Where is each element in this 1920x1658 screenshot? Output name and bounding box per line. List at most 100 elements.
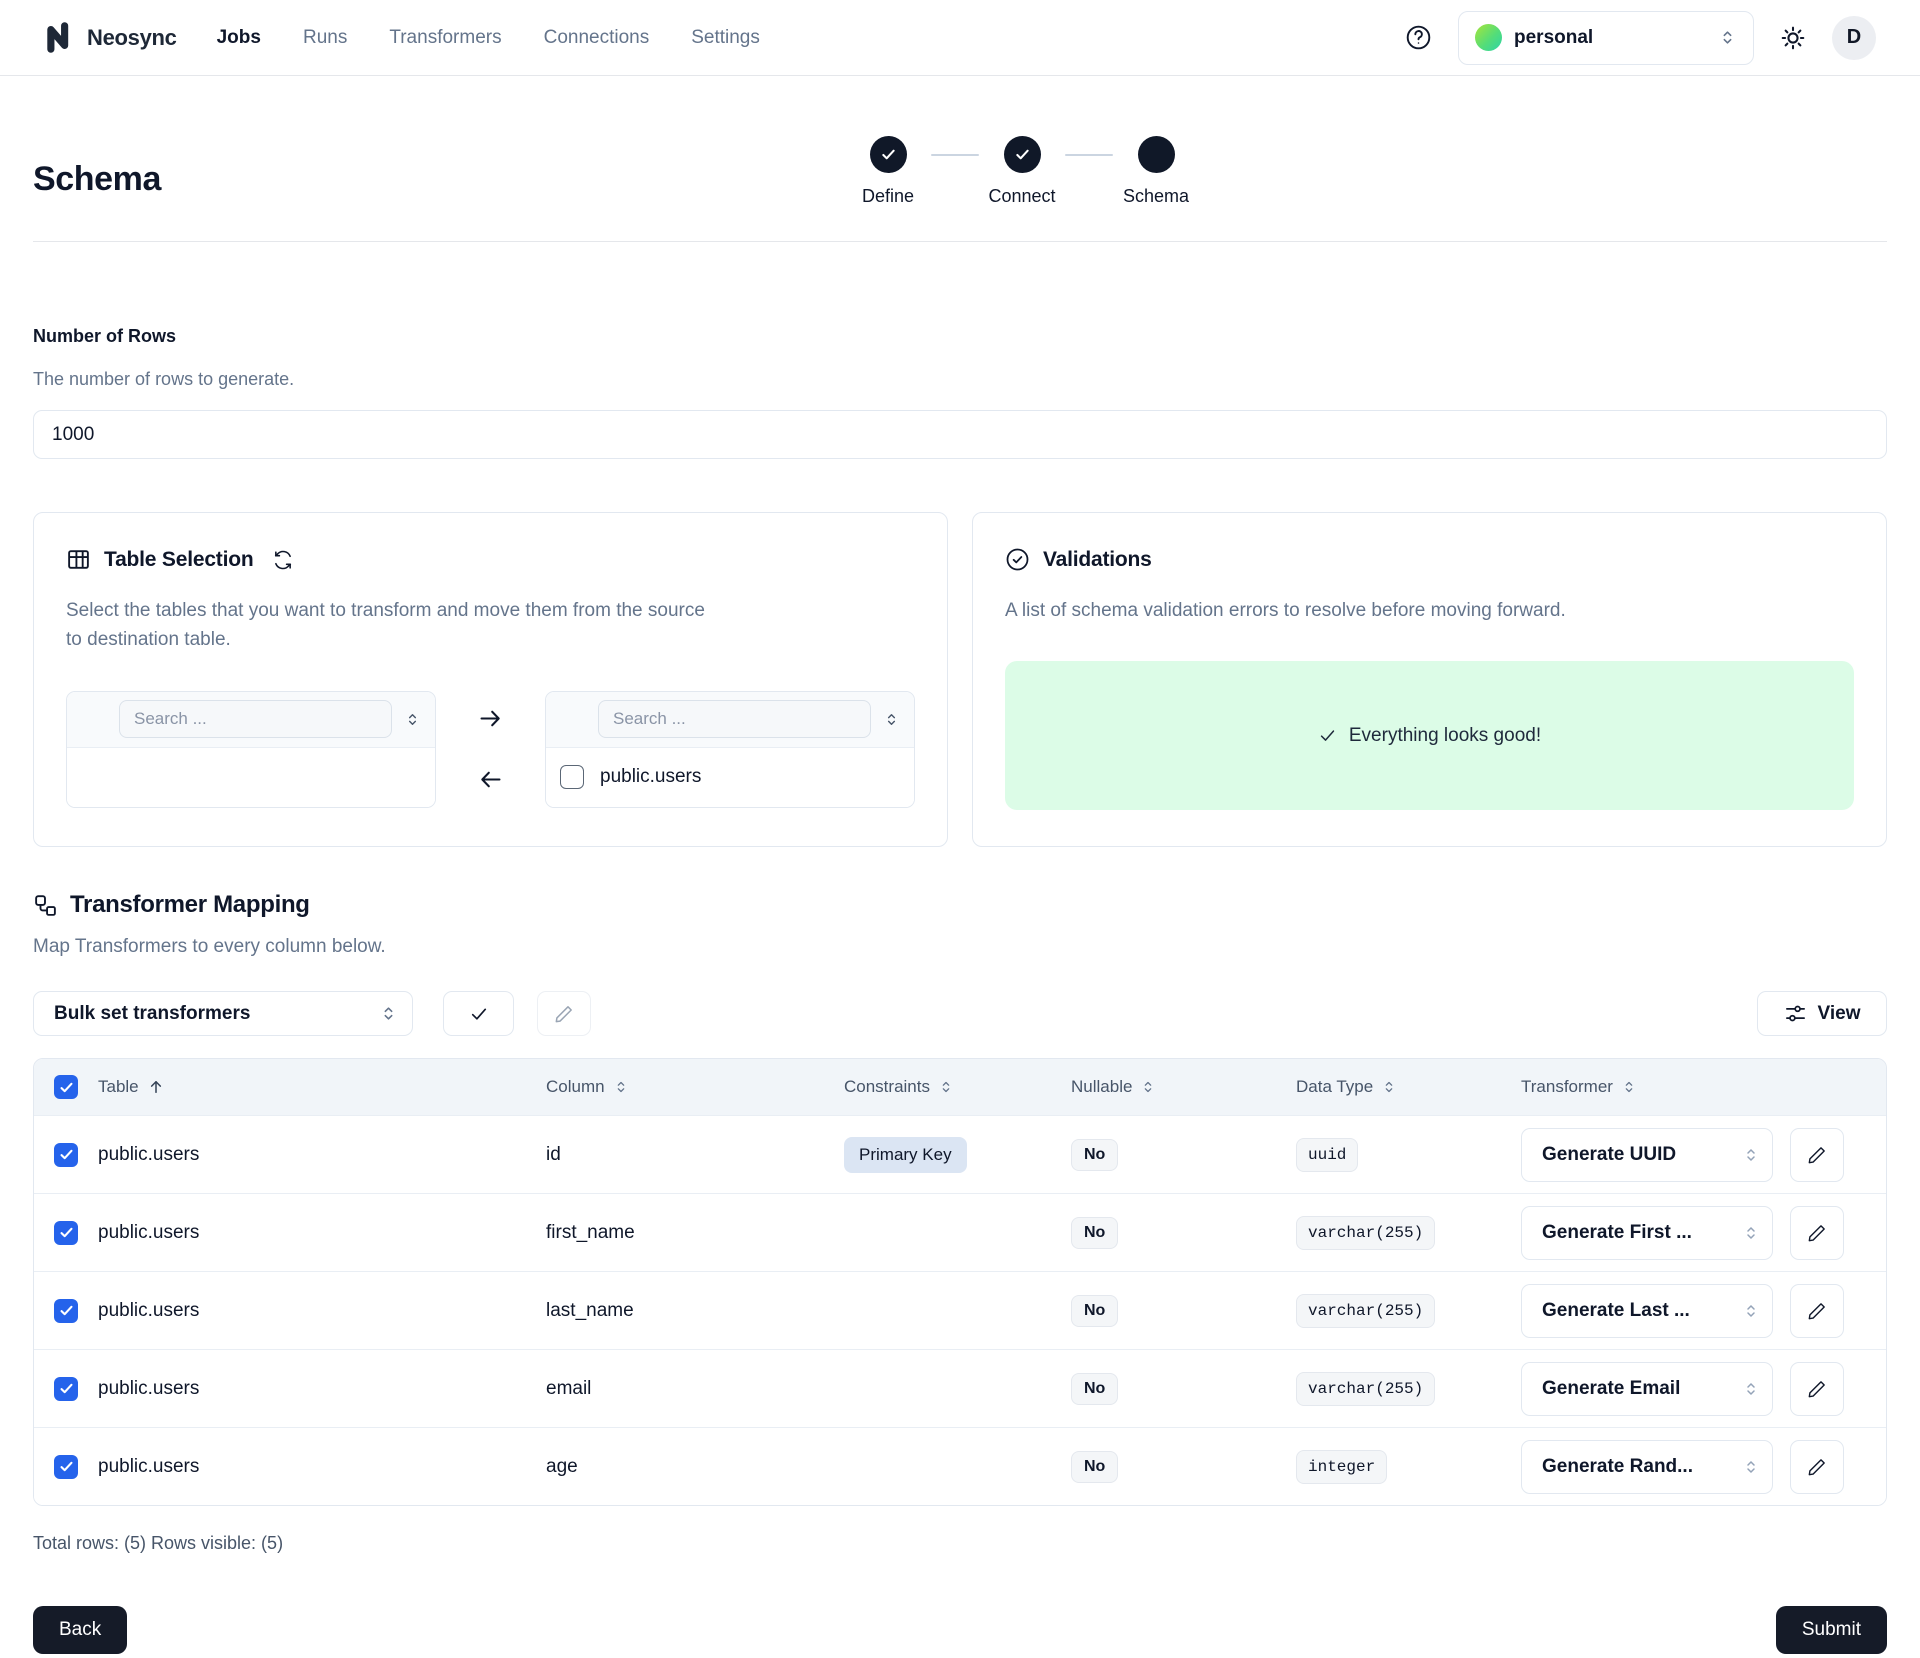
mapping-toolbar: Bulk set transformers View <box>33 991 1887 1036</box>
bulk-set-transformers-select[interactable]: Bulk set transformers <box>33 991 413 1036</box>
table-row: public.users email No varchar(255) Gener… <box>34 1349 1886 1427</box>
check-icon <box>1318 726 1337 745</box>
edit-transformer-button[interactable] <box>1790 1284 1844 1338</box>
row-checkbox[interactable] <box>54 1299 78 1323</box>
step-connector <box>1065 154 1113 156</box>
check-icon <box>469 1004 489 1024</box>
chevrons-up-down-icon <box>1742 1380 1760 1398</box>
transformer-select[interactable]: Generate UUID <box>1521 1128 1773 1182</box>
destination-listbox: public.users <box>545 691 915 808</box>
column-header-transformer[interactable]: Transformer <box>1521 1077 1886 1097</box>
step-label: Schema <box>1123 186 1189 207</box>
column-header-label: Column <box>546 1077 605 1097</box>
source-sort-button[interactable] <box>400 707 425 732</box>
transformer-select[interactable]: Generate Rand... <box>1521 1440 1773 1494</box>
column-header-label: Transformer <box>1521 1077 1613 1097</box>
edit-transformer-button[interactable] <box>1790 1440 1844 1494</box>
row-checkbox[interactable] <box>54 1221 78 1245</box>
refresh-icon[interactable] <box>272 549 294 571</box>
theme-toggle-button[interactable] <box>1780 25 1806 51</box>
row-column-name: last_name <box>546 1300 844 1322</box>
pencil-icon <box>1807 1379 1827 1399</box>
datatype-badge: uuid <box>1296 1138 1358 1172</box>
nav-item-transformers[interactable]: Transformers <box>389 27 501 49</box>
chevrons-up-down-icon <box>1718 28 1737 47</box>
move-left-button[interactable] <box>477 766 504 793</box>
nullable-badge: No <box>1071 1373 1118 1405</box>
nav-item-jobs[interactable]: Jobs <box>217 27 261 49</box>
edit-bulk-button[interactable] <box>537 991 591 1036</box>
step-label: Connect <box>988 186 1055 207</box>
submit-button[interactable]: Submit <box>1776 1606 1887 1654</box>
validations-description: A list of schema validation errors to re… <box>1005 596 1854 625</box>
footer-actions: Back Submit <box>33 1606 1887 1654</box>
nav-item-settings[interactable]: Settings <box>691 27 760 49</box>
brand[interactable]: Neosync <box>44 21 177 54</box>
item-checkbox[interactable] <box>560 765 584 789</box>
column-header-label: Nullable <box>1071 1077 1132 1097</box>
transformer-select-label: Generate Rand... <box>1542 1456 1693 1478</box>
select-all-checkbox[interactable] <box>54 1075 78 1099</box>
help-button[interactable] <box>1405 24 1432 51</box>
row-column-name: first_name <box>546 1222 844 1244</box>
edit-transformer-button[interactable] <box>1790 1128 1844 1182</box>
row-table-name: public.users <box>98 1300 546 1322</box>
edit-transformer-button[interactable] <box>1790 1206 1844 1260</box>
row-checkbox[interactable] <box>54 1377 78 1401</box>
apply-bulk-button[interactable] <box>443 991 514 1036</box>
mapping-table: Table Column Constraints Nullable <box>33 1058 1887 1506</box>
column-header-column[interactable]: Column <box>546 1077 844 1097</box>
back-button[interactable]: Back <box>33 1606 127 1654</box>
nav-item-connections[interactable]: Connections <box>544 27 650 49</box>
header-divider <box>33 241 1887 242</box>
validations-title: Validations <box>1043 548 1152 572</box>
step-define: Define <box>845 136 931 207</box>
table-row: public.users last_name No varchar(255) G… <box>34 1271 1886 1349</box>
destination-search-input[interactable] <box>598 700 871 738</box>
number-of-rows-input[interactable] <box>33 410 1887 459</box>
view-button[interactable]: View <box>1757 991 1887 1036</box>
pencil-icon <box>1807 1301 1827 1321</box>
transformer-select-label: Generate UUID <box>1542 1144 1676 1166</box>
number-of-rows-label: Number of Rows <box>33 326 1887 347</box>
workspace-selector[interactable]: personal <box>1458 11 1754 65</box>
table-row: public.users first_name No varchar(255) … <box>34 1193 1886 1271</box>
edit-transformer-button[interactable] <box>1790 1362 1844 1416</box>
nullable-badge: No <box>1071 1295 1118 1327</box>
step-label: Define <box>862 186 914 207</box>
transformer-select-label: Generate Last ... <box>1542 1300 1690 1322</box>
pencil-icon <box>1807 1223 1827 1243</box>
source-listbox <box>66 691 436 808</box>
page-title: Schema <box>33 160 161 199</box>
nullable-badge: No <box>1071 1139 1118 1171</box>
column-header-datatype[interactable]: Data Type <box>1296 1077 1521 1097</box>
row-checkbox[interactable] <box>54 1143 78 1167</box>
move-right-button[interactable] <box>477 705 504 732</box>
user-avatar[interactable]: D <box>1832 16 1876 60</box>
step-done-check-icon <box>870 136 907 173</box>
mapping-table-header: Table Column Constraints Nullable <box>34 1059 1886 1115</box>
view-button-label: View <box>1818 1003 1861 1025</box>
top-navbar: Neosync Jobs Runs Transformers Connectio… <box>0 0 1920 76</box>
pencil-icon <box>554 1004 574 1024</box>
sort-icon <box>938 1079 954 1095</box>
column-header-table[interactable]: Table <box>98 1077 546 1097</box>
transformer-select[interactable]: Generate Last ... <box>1521 1284 1773 1338</box>
column-header-constraints[interactable]: Constraints <box>844 1077 1071 1097</box>
table-grid-icon <box>66 547 91 572</box>
nav-item-runs[interactable]: Runs <box>303 27 347 49</box>
row-checkbox[interactable] <box>54 1455 78 1479</box>
column-header-nullable[interactable]: Nullable <box>1071 1077 1296 1097</box>
number-of-rows-description: The number of rows to generate. <box>33 369 1887 390</box>
validation-success-message: Everything looks good! <box>1349 725 1541 747</box>
bulk-select-label: Bulk set transformers <box>54 1003 250 1025</box>
pencil-icon <box>1807 1145 1827 1165</box>
transformer-mapping-title: Transformer Mapping <box>70 891 310 919</box>
source-search-input[interactable] <box>119 700 392 738</box>
destination-sort-button[interactable] <box>879 707 904 732</box>
pencil-icon <box>1807 1457 1827 1477</box>
transformer-select[interactable]: Generate First ... <box>1521 1206 1773 1260</box>
step-done-check-icon <box>1004 136 1041 173</box>
table-selection-title: Table Selection <box>104 548 254 572</box>
transformer-select[interactable]: Generate Email <box>1521 1362 1773 1416</box>
